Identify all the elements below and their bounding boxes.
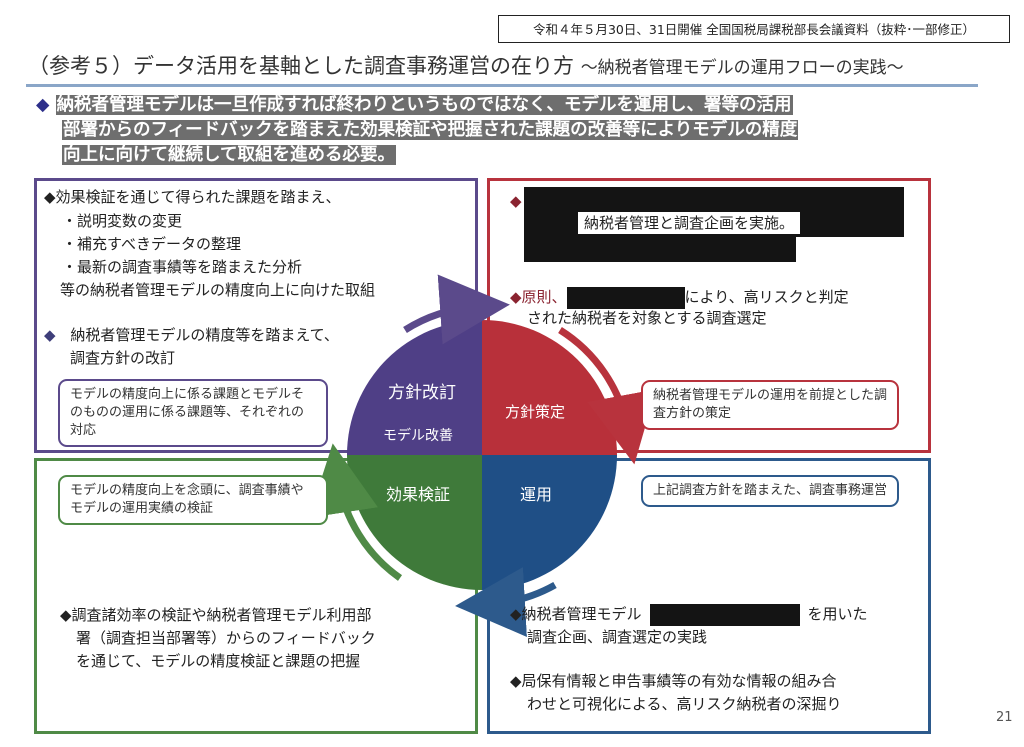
tr-bullet-2-end: により、高リスクと判定: [684, 288, 849, 306]
br-bullet-1-start: ◆納税者管理モデル: [510, 605, 642, 623]
redaction-bar: [524, 187, 904, 209]
cycle-sector-effect-verification: [347, 455, 482, 590]
redaction-bar: [649, 603, 800, 626]
tr-note-box: 納税者管理モデルの運用を前提とした調査方針の策定: [641, 380, 899, 430]
tl-item-3: ・最新の調査事績等を踏まえた分析: [62, 258, 303, 276]
label-operation: 運用: [520, 485, 552, 504]
label-policy-revision: 方針改訂: [388, 383, 456, 403]
cycle-sector-policy-formulation: [482, 320, 617, 455]
label-effect-verification: 効果検証: [386, 485, 450, 504]
tl-bullet-head: ◆効果検証を通じて得られた課題を踏まえ、: [44, 188, 341, 206]
br-bullet-1-line-1: ◆納税者管理モデル を用いた: [510, 603, 868, 626]
cycle-sector-operation: [482, 455, 617, 590]
br-bullet-2-line-2: わせと可視化による、高リスク納税者の深掘り: [527, 695, 842, 713]
br-note-box: 上記調査方針を踏まえた、調査事務運営: [641, 475, 899, 507]
tl-bullet-2: ◆ 納税者管理モデルの精度等を踏まえて、: [44, 324, 339, 346]
tl-bullet-2-line-1: 納税者管理モデルの精度等を踏まえて、: [70, 326, 339, 344]
bl-bullet-line-2: 署（調査担当部署等）からのフィードバック: [76, 629, 376, 647]
tr-bullet-2-line-2: された納税者を対象とする調査選定: [527, 309, 767, 327]
tr-bullet-2-line-1: ◆原則、 により、高リスクと判定: [510, 286, 849, 309]
br-bullet-1-end: を用いた: [807, 605, 868, 623]
label-policy-formulation: 方針策定: [505, 403, 565, 421]
bl-bullet-line-1: ◆調査諸効率の検証や納税者管理モデル利用部: [60, 606, 372, 624]
br-bullet-2-line-1: ◆局保有情報と申告事績等の有効な情報の組み合: [510, 672, 837, 690]
tl-bullet-tail: 等の納税者管理モデルの精度向上に向けた取組: [60, 281, 376, 299]
redaction-bar: [524, 236, 796, 262]
label-model-improvement: モデル改善: [383, 427, 453, 444]
tr-bullet-1-visible-text: 納税者管理と調査企画を実施。: [578, 212, 801, 234]
redaction-bar: [566, 286, 685, 309]
tl-item-2: ・補充すべきデータの整理: [62, 235, 241, 253]
diamond-bullet-icon: ◆: [44, 326, 56, 344]
bl-note-box: モデルの精度向上を念頭に、調査事績やモデルの運用実績の検証: [58, 475, 328, 525]
page-number: 21: [996, 710, 1013, 725]
tl-item-1: ・説明変数の変更: [62, 212, 183, 230]
bl-bullet-line-3: を通じて、モデルの精度検証と課題の把握: [76, 652, 361, 670]
tr-bullet-1: ◆: [510, 192, 522, 210]
tl-bullet-2-line-2: 調査方針の改訂: [70, 349, 176, 367]
tl-note-box: モデルの精度向上に係る課題とモデルそのものの運用に係る課題等、それぞれの対応: [58, 379, 328, 447]
br-bullet-1-line-2: 調査企画、調査選定の実践: [527, 628, 708, 646]
tr-bullet-2-start: ◆原則、: [510, 288, 567, 306]
